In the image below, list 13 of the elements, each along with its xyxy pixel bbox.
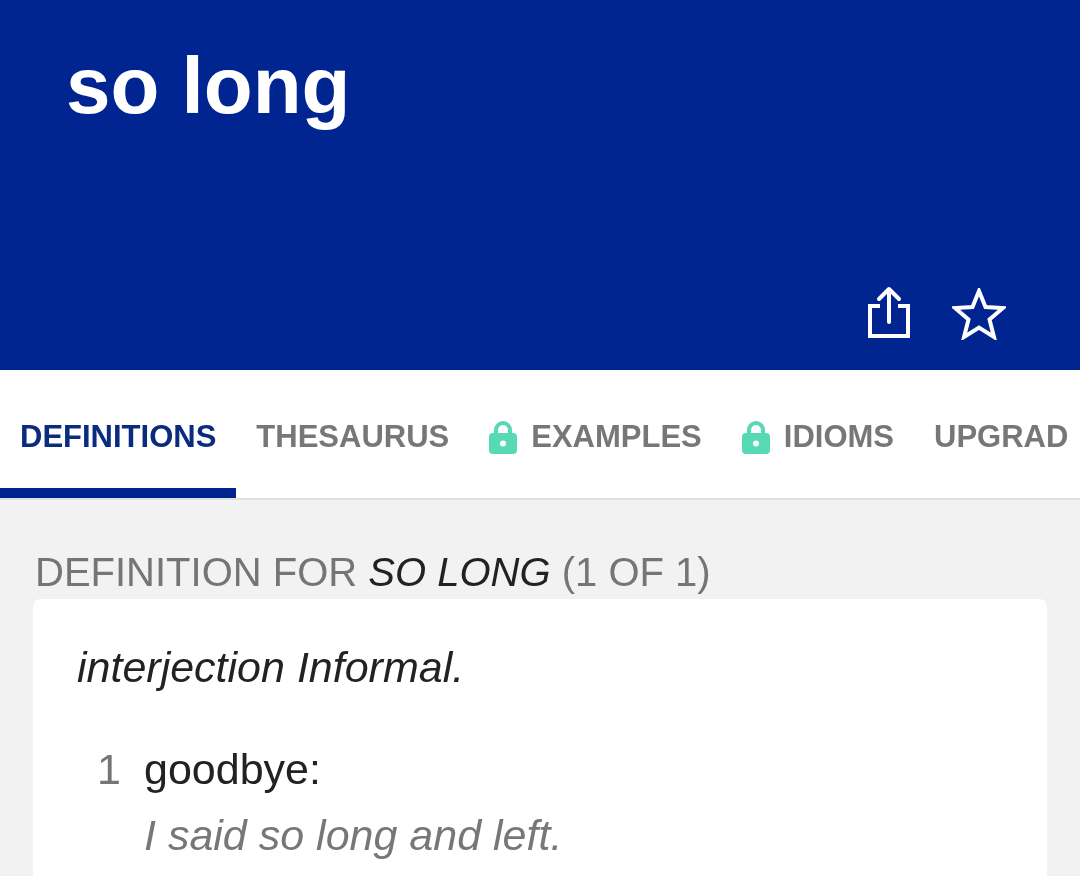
share-icon[interactable] bbox=[866, 284, 912, 340]
tab[interactable]: DEFINITIONS bbox=[0, 370, 237, 498]
tab[interactable]: THESAURUS bbox=[236, 370, 470, 498]
usage-example: I said so long and left. bbox=[144, 810, 563, 860]
definition-heading: DEFINITION FOR SO LONG (1 OF 1) bbox=[34, 549, 711, 596]
word-title: so long bbox=[66, 40, 351, 132]
tab[interactable]: UPGRAD bbox=[914, 370, 1069, 498]
star-icon[interactable] bbox=[952, 288, 1006, 340]
tab[interactable]: EXAMPLES bbox=[469, 370, 722, 498]
tab[interactable]: IDIOMS bbox=[721, 370, 914, 498]
sense-definition: goodbye: bbox=[144, 744, 321, 794]
part-of-speech: interjection Informal. bbox=[77, 642, 465, 692]
sense-number: 1 bbox=[97, 744, 122, 794]
